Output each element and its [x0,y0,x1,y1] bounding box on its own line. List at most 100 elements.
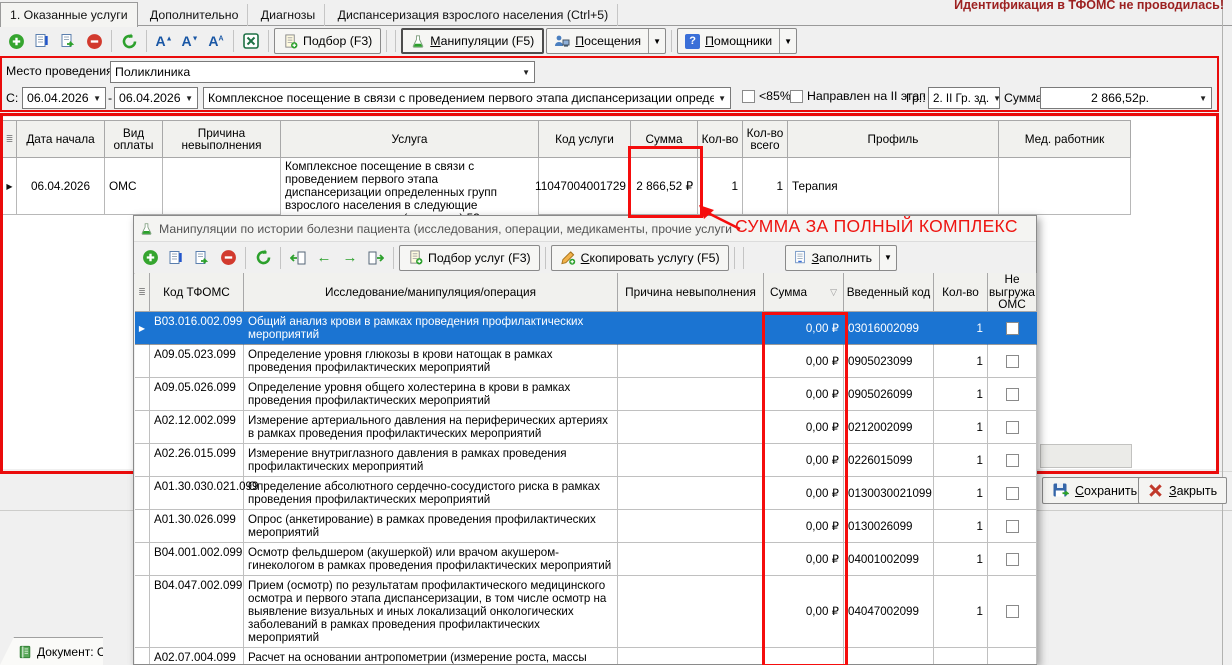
col-header-service[interactable]: Услуга [281,121,539,158]
cell-sum[interactable]: 0,00 ₽ [764,477,844,510]
manipulation-row[interactable]: A02.26.015.099 Измерение внутриглазного … [135,444,1037,477]
tab-diagnoses[interactable]: Диагнозы [252,4,326,26]
col-header-code[interactable]: Код услуги [539,121,631,158]
cell-reason[interactable] [618,411,764,444]
col-header-payment[interactable]: Вид оплаты [105,121,163,158]
cell-reason[interactable] [618,345,764,378]
document-status-tab[interactable]: Документ: Свод усл [0,637,103,665]
cell-sum[interactable]: 0,00 ₽ [764,312,844,345]
col-header-qty[interactable]: Кол-во [698,121,743,158]
tab-services[interactable]: 1. Оказанные услуги [0,2,138,27]
cell-qty[interactable]: 1 [934,378,988,411]
manipulation-row[interactable]: A09.05.023.099 Определение уровня глюкоз… [135,345,1037,378]
cell-reason[interactable] [618,444,764,477]
cell-name[interactable]: Определение абсолютного сердечно-сосудис… [244,477,618,510]
cell-name[interactable]: Осмотр фельдшером (акушеркой) или врачом… [244,543,618,576]
podbor-button[interactable]: Подбор (F3) [274,28,381,54]
manipulations-button[interactable]: Манипуляции (F5) [401,28,544,54]
date-to-picker[interactable]: 06.04.2026 ▼ [114,87,198,109]
font-reset-icon[interactable]: AA [204,29,228,53]
chevron-down-icon[interactable]: ▼ [518,68,530,77]
cell-entered-code[interactable]: 0905023099 [844,345,934,378]
manipulation-row[interactable]: A01.30.026.099 Опрос (анкетирование) в р… [135,510,1037,543]
cell-tfoms-code[interactable]: A02.26.015.099 [150,444,244,477]
col-header-name[interactable]: Исследование/манипуляция/операция [244,273,618,312]
cell-sum[interactable]: 0,00 ₽ [764,510,844,543]
service-combobox[interactable]: Комплексное посещение в связи с проведен… [203,87,731,109]
chevron-down-icon[interactable]: ▼ [989,94,1000,103]
fill-button[interactable]: Заполнить [786,246,879,270]
col-header-qty-total[interactable]: Кол-во всего [743,121,788,158]
oms-flag-checkbox[interactable] [1006,553,1019,566]
close-button[interactable]: Закрыть [1138,477,1227,504]
font-increase-icon[interactable]: A▲ [152,29,176,53]
chevron-down-icon[interactable]: ▼ [1195,94,1207,103]
cell-name[interactable]: Определение уровня глюкозы в крови натощ… [244,345,618,378]
cell-qty-total[interactable]: 1 [743,158,788,215]
dialog-podbor-button[interactable]: Подбор услуг (F3) [399,245,540,271]
next-record-icon[interactable]: → [338,246,362,270]
cell-name[interactable]: Измерение артериального давления на пери… [244,411,618,444]
cell-tfoms-code[interactable]: B03.016.002.099 [150,312,244,345]
col-header-flag[interactable]: Не выгружа ОМС [988,273,1037,312]
cell-sum[interactable]: 0,00 ₽ [764,378,844,411]
cell-sum[interactable]: 2 866,52 ₽ [631,158,698,215]
oms-flag-checkbox[interactable] [1006,421,1019,434]
add-icon[interactable] [138,246,162,270]
col-header-sum[interactable]: Сумма ▽ [764,273,844,312]
cell-name[interactable]: Расчет на основании антропометрии (измер… [244,648,618,664]
date-from-picker[interactable]: 06.04.2026 ▼ [22,87,106,109]
manipulation-row[interactable]: B04.047.002.099 Прием (осмотр) по резуль… [135,576,1037,648]
lt85-checkbox[interactable]: <85% [742,89,791,103]
visits-button[interactable]: Посещения [547,29,648,53]
cell-payment[interactable]: ОМС [105,158,163,215]
first-record-icon[interactable] [286,246,310,270]
col-header-sum[interactable]: Сумма [631,121,698,158]
cell-sum[interactable]: 0,00 ₽ [764,444,844,477]
cell-tfoms-code[interactable]: A09.05.026.099 [150,378,244,411]
helpers-button[interactable]: ? Помощники [678,29,779,53]
group-combobox[interactable]: 2. II Гр. зд. ▼ [928,87,1000,109]
excel-export-icon[interactable] [239,29,263,53]
oms-flag-checkbox[interactable] [1006,520,1019,533]
save-icon[interactable] [56,29,80,53]
cell-reason[interactable] [618,543,764,576]
chevron-down-icon[interactable]: ▼ [714,94,726,103]
oms-flag-checkbox[interactable] [1006,454,1019,467]
delete-icon[interactable] [216,246,240,270]
cell-reason[interactable] [618,477,764,510]
chevron-down-icon[interactable]: ▼ [181,94,193,103]
tab-dispensary[interactable]: Диспансеризация взрослого населения (Ctr… [329,4,619,26]
manipulation-row[interactable]: A02.07.004.099 Расчет на основании антро… [135,648,1037,664]
col-header-profile[interactable]: Профиль [788,121,999,158]
helpers-dropdown-arrow[interactable]: ▼ [779,29,796,53]
cell-sum[interactable]: 0,00 ₽ [764,648,844,664]
cell-reason[interactable] [618,648,764,664]
cell-qty[interactable]: 1 [934,648,988,664]
oms-flag-checkbox[interactable] [1006,605,1019,618]
manipulation-row[interactable]: A09.05.026.099 Определение уровня общего… [135,378,1037,411]
cell-reason[interactable] [618,378,764,411]
cell-tfoms-code[interactable]: A09.05.023.099 [150,345,244,378]
manipulation-row[interactable]: ▶ B03.016.002.099 Общий анализ крови в р… [135,312,1037,345]
checkbox-box[interactable] [742,90,755,103]
cell-entered-code[interactable]: 03016002099 [844,312,934,345]
cell-tfoms-code[interactable]: A01.30.030.021.099 [150,477,244,510]
cell-qty[interactable]: 1 [934,543,988,576]
cell-qty[interactable]: 1 [934,510,988,543]
cell-entered-code[interactable]: 04047002099 [844,576,934,648]
cell-name[interactable]: Общий анализ крови в рамках проведения п… [244,312,618,345]
col-header-entered-code[interactable]: Введенный код [844,273,934,312]
oms-flag-checkbox[interactable] [1006,388,1019,401]
cell-sum[interactable]: 0,00 ₽ [764,576,844,648]
cell-qty[interactable]: 1 [698,158,743,215]
cell-entered-code[interactable]: 0226015099 [844,444,934,477]
cell-qty[interactable]: 1 [934,345,988,378]
cell-qty[interactable]: 1 [934,576,988,648]
col-header-reason[interactable]: Причина невыполнения [618,273,764,312]
cell-name[interactable]: Определение уровня общего холестерина в … [244,378,618,411]
cell-entered-code[interactable]: 0905026099 [844,378,934,411]
place-combobox[interactable]: Поликлиника ▼ [110,61,535,83]
add-icon[interactable] [4,29,28,53]
chevron-down-icon[interactable]: ▼ [89,94,101,103]
